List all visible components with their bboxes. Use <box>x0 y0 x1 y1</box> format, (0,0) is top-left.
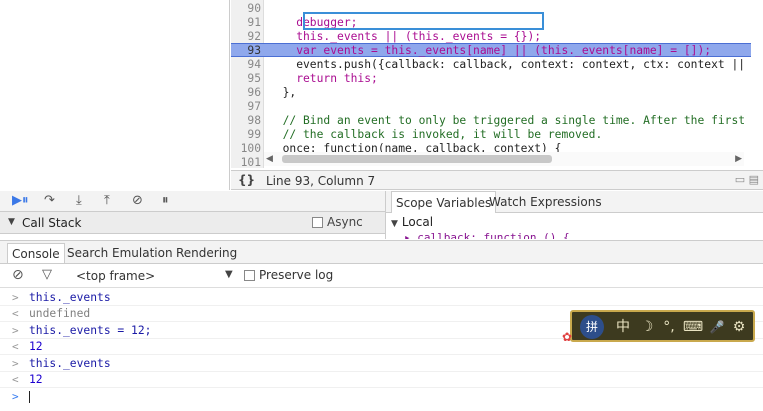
cursor-position: Line 93, Column 7 <box>266 174 376 188</box>
scroll-right-icon[interactable]: ▶ <box>735 152 742 166</box>
tab-scope-variables[interactable]: Scope Variables <box>391 191 497 213</box>
current-execution-line[interactable]: 93 var events = this._events[name] || (t… <box>231 43 751 57</box>
sidebar-pane: Scope Variables Watch Expressions ▼ Local… <box>385 191 763 239</box>
expand-triangle-icon: ▼ <box>8 217 15 227</box>
pause-on-exceptions-icon[interactable]: ⏸ <box>162 193 169 208</box>
step-into-icon[interactable]: ⤓ <box>76 193 82 208</box>
code-line[interactable]: 95 return this; <box>231 72 751 86</box>
frame-selector[interactable]: <top frame> <box>76 269 155 283</box>
step-out-icon[interactable]: ⤒ <box>104 193 110 208</box>
debugger-toolbar: ▶⏸ ↷ ⤓ ⤒ ⊘ ⏸ <box>0 191 385 212</box>
console-prompt[interactable]: > <box>0 389 763 405</box>
checkbox-icon[interactable] <box>244 270 255 281</box>
expand-triangle-icon: ▼ <box>391 219 398 229</box>
debugger-statement-highlight <box>303 12 544 30</box>
code-line[interactable]: 99 // the callback is invoked, it will b… <box>231 128 751 142</box>
editor-status-bar: {} Line 93, Column 7 ▭ ▤ <box>231 170 763 190</box>
tab-console[interactable]: Console <box>7 243 65 263</box>
console-output[interactable]: > this._events < undefined > this._events =… <box>0 288 763 411</box>
tab-search[interactable]: Search <box>63 243 112 263</box>
ime-logo-icon[interactable]: 拼 <box>580 315 604 339</box>
sidebar-tabs: Scope Variables Watch Expressions <box>386 191 763 213</box>
chinese-mode-icon[interactable]: 中 <box>614 316 632 338</box>
deactivate-breakpoints-icon[interactable]: ⊘ <box>132 193 143 208</box>
checkbox-icon[interactable] <box>312 217 323 228</box>
tab-rendering[interactable]: Rendering <box>172 243 241 263</box>
call-stack-title: Call Stack <box>22 216 82 230</box>
call-stack-header[interactable]: ▼ Call Stack Async <box>0 212 385 234</box>
clear-console-icon[interactable]: ⊘ <box>12 267 24 283</box>
code-line[interactable]: 97 <box>231 100 751 114</box>
console-row: > this._events <box>0 290 763 306</box>
pretty-print-icon[interactable]: {} <box>238 173 255 187</box>
toggle-pane-icon[interactable]: ▭ ▤ <box>735 173 759 186</box>
keyboard-icon[interactable]: ⌨ <box>682 316 704 338</box>
ime-toolbar[interactable]: ✿ 拼 中 ☽ °, ⌨ 🎤 ⚙ <box>562 310 755 344</box>
code-line[interactable]: 94 events.push({callback: callback, cont… <box>231 58 751 72</box>
text-caret <box>29 391 30 403</box>
console-toolbar: ⊘ ▽ <top frame> ▼ Preserve log <box>0 264 763 288</box>
resume-icon[interactable]: ▶⏸ <box>12 193 29 208</box>
async-checkbox[interactable]: Async <box>312 215 363 229</box>
filter-icon[interactable]: ▽ <box>42 267 52 282</box>
console-row: > this._events <box>0 356 763 372</box>
moon-icon[interactable]: ☽ <box>638 316 656 338</box>
scroll-left-icon[interactable]: ◀ <box>266 152 273 166</box>
editor-horizontal-scrollbar[interactable]: ◀ ▶ <box>264 152 744 166</box>
chevron-down-icon[interactable]: ▼ <box>225 269 233 280</box>
console-row: <12 <box>0 372 763 388</box>
tab-emulation[interactable]: Emulation <box>108 243 177 263</box>
punctuation-icon[interactable]: °, <box>660 316 678 338</box>
code-line[interactable]: 98 // Bind an event to only be triggered… <box>231 114 751 128</box>
scope-callback-entry[interactable]: ▸ callback: function () { <box>404 231 570 239</box>
code-line[interactable]: 96 }, <box>231 86 751 100</box>
flower-icon: ✿ <box>562 330 573 344</box>
scope-local[interactable]: ▼ Local <box>391 215 433 229</box>
code-line[interactable]: 92 this._events || (this._events = {}); <box>231 30 751 44</box>
sources-navigator <box>0 0 230 190</box>
preserve-log-checkbox[interactable]: Preserve log <box>244 268 333 282</box>
drawer-tab-bar: Console Search Emulation Rendering <box>0 240 763 264</box>
tab-watch-expressions[interactable]: Watch Expressions <box>485 191 606 213</box>
step-over-icon[interactable]: ↷ <box>44 193 55 208</box>
gear-icon[interactable]: ⚙ <box>730 316 748 338</box>
scrollbar-thumb[interactable] <box>282 155 552 163</box>
microphone-icon[interactable]: 🎤 <box>708 316 726 338</box>
